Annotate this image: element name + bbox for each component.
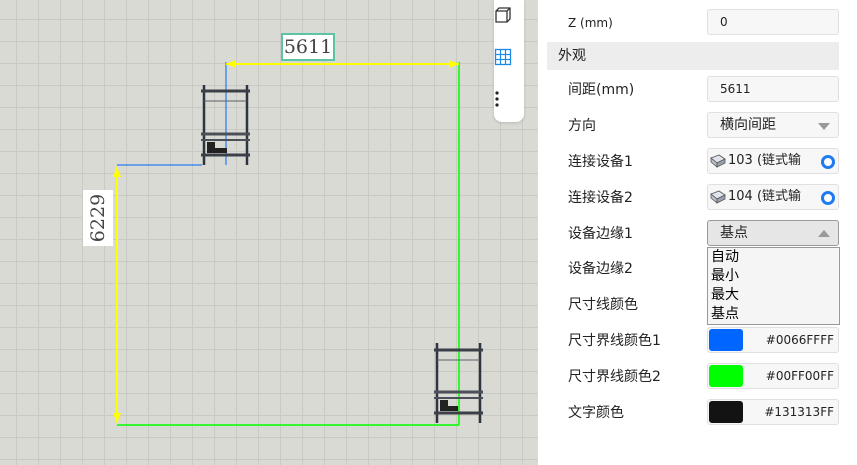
device2-pick-radio[interactable]: [821, 191, 835, 205]
cube-view-button[interactable]: [494, 6, 524, 36]
dropdown-option-min[interactable]: 最小: [708, 267, 839, 286]
direction-select[interactable]: 横向间距: [707, 112, 839, 138]
property-panel: Z (mm) 0 外观 间距(mm) 5611 方向 横向间距 连接设备1 10…: [538, 0, 857, 465]
section-appearance-header[interactable]: 外观: [547, 42, 839, 70]
edge1-select[interactable]: 基点: [707, 220, 839, 246]
ext-color2-swatch[interactable]: [709, 365, 743, 387]
cube-icon: [495, 7, 511, 23]
spacing-input[interactable]: 5611: [707, 76, 839, 102]
dimension-width-label[interactable]: 5611: [281, 33, 335, 61]
design-canvas[interactable]: 5611 6229: [0, 0, 538, 465]
text-color-hex: #131313FF: [764, 405, 834, 419]
text-color-swatch[interactable]: [709, 401, 743, 423]
device1-field[interactable]: 103 (链式输: [707, 148, 839, 174]
direction-row: 方向 横向间距: [538, 112, 857, 140]
dimension-height-text: 6229: [87, 193, 109, 243]
device1-label: 连接设备1: [568, 154, 633, 170]
edge1-row: 设备边缘1 基点: [538, 220, 857, 248]
dim-line-color-label: 尺寸线颜色: [568, 297, 638, 313]
text-color-field[interactable]: #131313FF: [707, 399, 839, 425]
more-vertical-icon: [495, 91, 499, 107]
ext-color1-field[interactable]: #0066FFFF: [707, 327, 839, 353]
ext-color2-field[interactable]: #00FF00FF: [707, 363, 839, 389]
edge1-dropdown-list: 自动 最小 最大 基点: [707, 247, 840, 325]
ext-color2-label: 尺寸界线颜色2: [568, 369, 661, 385]
more-options-button[interactable]: [494, 90, 524, 120]
chevron-down-icon: [818, 123, 830, 130]
device2-value: 104 (链式输: [728, 189, 802, 204]
text-color-row: 文字颜色 #131313FF: [538, 399, 857, 427]
edge1-value: 基点: [720, 225, 748, 241]
grid-icon: [494, 48, 512, 66]
canvas-drawing: [113, 60, 483, 426]
chevron-up-icon: [818, 230, 830, 237]
ext-color1-row: 尺寸界线颜色1 #0066FFFF: [538, 327, 857, 355]
dimension-height-label[interactable]: 6229: [83, 190, 113, 246]
edge1-label: 设备边缘1: [568, 226, 633, 242]
z-row: Z (mm) 0: [538, 9, 857, 37]
ext-color2-row: 尺寸界线颜色2 #00FF00FF: [538, 363, 857, 391]
device1-row: 连接设备1 103 (链式输: [538, 148, 857, 176]
edge2-label: 设备边缘2: [568, 261, 633, 277]
spacing-label: 间距(mm): [568, 82, 635, 98]
z-label: Z (mm): [568, 16, 613, 30]
device1-pick-radio[interactable]: [821, 155, 835, 169]
ext-color1-swatch[interactable]: [709, 329, 743, 351]
conveyor-icon: [710, 154, 726, 168]
dropdown-option-base[interactable]: 基点: [708, 305, 839, 324]
device2-row: 连接设备2 104 (链式输: [538, 184, 857, 212]
device1-value: 103 (链式输: [728, 153, 802, 168]
dropdown-option-auto[interactable]: 自动: [708, 248, 839, 267]
dimension-arrow-left: [226, 60, 236, 68]
dimension-arrow-top: [113, 167, 121, 177]
grid-toggle-button[interactable]: [494, 48, 524, 78]
direction-label: 方向: [568, 118, 596, 134]
dimension-arrow-bottom: [113, 413, 121, 423]
ext-color2-hex: #00FF00FF: [765, 369, 834, 383]
ext-color1-label: 尺寸界线颜色1: [568, 333, 661, 349]
floating-toolbar: [494, 0, 524, 122]
spacing-row: 间距(mm) 5611: [538, 76, 857, 104]
device2-label: 连接设备2: [568, 190, 633, 206]
conveyor-icon: [710, 190, 726, 204]
text-color-label: 文字颜色: [568, 405, 624, 421]
dimension-arrow-right: [449, 60, 459, 68]
z-input[interactable]: 0: [707, 9, 839, 35]
direction-value: 横向间距: [720, 117, 776, 133]
ext-color1-hex: #0066FFFF: [765, 333, 834, 347]
dropdown-option-max[interactable]: 最大: [708, 286, 839, 305]
device2-field[interactable]: 104 (链式输: [707, 184, 839, 210]
